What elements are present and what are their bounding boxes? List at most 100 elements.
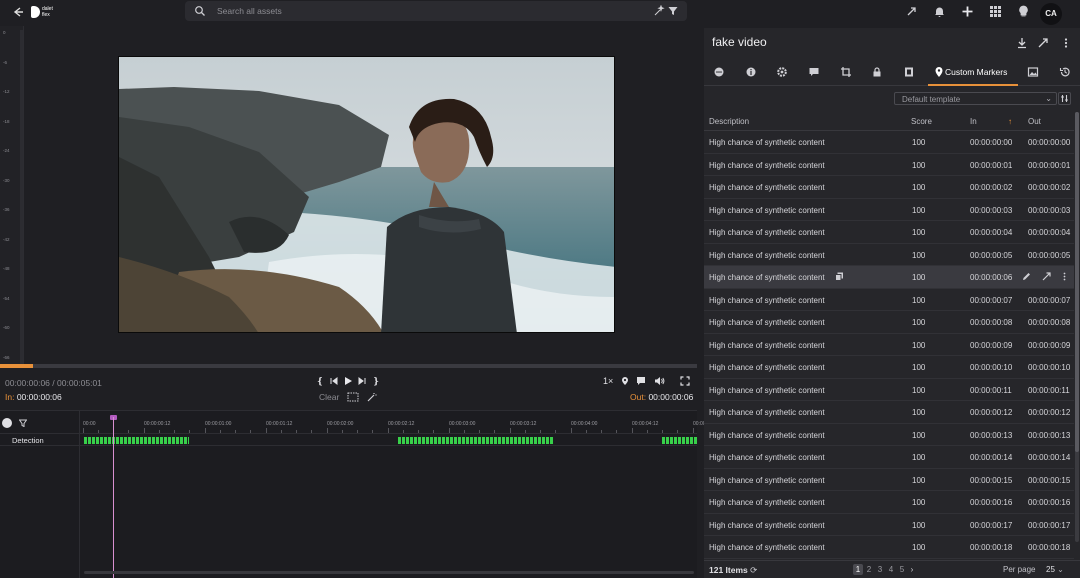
table-row[interactable]: High chance of synthetic content 100 00:00… [704,176,1074,199]
tab-crop-icon[interactable] [840,66,852,78]
table-row[interactable]: High chance of synthetic content 100 00:00… [704,379,1074,401]
clear-button[interactable]: Clear [319,392,339,402]
detection-segment[interactable] [398,437,553,444]
table-row[interactable]: High chance of synthetic content 100 00:00… [704,334,1074,356]
detection-segment[interactable] [84,437,189,444]
table-row[interactable]: High chance of synthetic content 100 00:00… [704,514,1074,536]
detection-track[interactable]: Detection [0,433,697,446]
table-row[interactable]: High chance of synthetic content 100 00:00… [704,401,1074,424]
table-row[interactable]: High chance of synthetic content 100 00:00… [704,199,1074,221]
more-icon[interactable] [1060,37,1072,49]
page-4[interactable]: 4 [886,564,896,575]
playhead[interactable] [113,417,114,578]
expand-icon[interactable] [905,5,918,18]
template-select[interactable]: Default template ⌄ [894,92,1057,105]
marker-toggle-icon[interactable] [2,418,12,428]
col-out[interactable]: Out [1028,117,1041,126]
col-score[interactable]: Score [911,117,932,126]
table-scrollbar[interactable] [1075,112,1079,542]
scrollbar-thumb[interactable] [1075,112,1079,452]
cell-out: 00:00:00:15 [1028,475,1071,485]
wand-icon[interactable] [367,392,377,402]
edit-icon[interactable] [1022,272,1031,283]
cell-description: High chance of synthetic content [709,408,825,417]
table-row[interactable]: High chance of synthetic content 100 00:00… [704,131,1074,154]
play-icon[interactable] [343,376,353,386]
back-icon[interactable] [11,5,25,19]
table-row[interactable]: High chance of synthetic content 100 00:00… [704,244,1074,266]
cell-description: High chance of synthetic content [709,318,825,327]
detection-segment[interactable] [662,437,697,444]
tab-custom-markers[interactable]: Custom Markers [928,58,1018,86]
magic-icon[interactable] [653,4,665,17]
plus-icon[interactable] [961,5,974,18]
page-2[interactable]: 2 [864,564,874,575]
column-settings-icon[interactable] [1058,92,1071,105]
timeline-scrollbar[interactable] [84,571,694,574]
mark-out-icon[interactable]: ❵ [371,376,381,386]
tab-comments-icon[interactable] [808,66,820,78]
out-point[interactable]: Out: 00:00:00:06 [630,392,693,402]
table-row[interactable]: High chance of synthetic content 100 00:00… [704,221,1074,244]
filter-icon[interactable] [667,5,679,17]
video-frame[interactable] [118,56,615,333]
table-row[interactable]: High chance of synthetic content 100 00:00… [704,491,1074,514]
audio-meter: 0 -6 -12 -18 -24 -30 -36 -42 -48 -54 -60 -66 [0,26,24,364]
mark-in-icon[interactable]: ❴ [315,376,325,386]
table-row[interactable]: High chance of synthetic content 100 00:00… [704,356,1074,379]
bell-icon[interactable] [933,5,946,18]
table-row[interactable]: High chance of synthetic content 100 00:00… [704,266,1074,289]
table-row[interactable]: High chance of synthetic content 100 00:00… [704,469,1074,491]
table-row[interactable]: High chance of synthetic content 100 00:00… [704,446,1074,469]
step-back-icon[interactable] [329,376,339,386]
col-in[interactable]: In [970,117,977,126]
in-point[interactable]: In: 00:00:00:06 [5,392,62,402]
tab-history-icon[interactable] [1059,66,1071,78]
comment-icon[interactable] [636,376,646,386]
playback-speed[interactable]: 1× [603,376,613,386]
expand-icon[interactable] [1037,37,1049,49]
copy-icon[interactable] [835,272,844,283]
bulb-icon[interactable] [1017,5,1030,18]
range-icon[interactable] [347,392,359,402]
table-row[interactable]: High chance of synthetic content 100 00:00… [704,424,1074,446]
next-page-icon[interactable]: › [907,564,917,575]
table-row[interactable]: High chance of synthetic content 100 00:00… [704,311,1074,334]
cell-out: 00:00:00:04 [1028,228,1071,237]
apps-icon[interactable] [989,5,1002,18]
tab-lock-icon[interactable] [871,66,883,78]
volume-icon[interactable] [654,376,665,386]
search-input[interactable]: Search all assets [217,6,282,16]
more-icon[interactable] [1060,272,1069,283]
refresh-icon[interactable]: ⟳ [750,565,757,575]
tab-film-icon[interactable] [903,66,915,78]
cell-in: 00:00:00:16 [970,498,1013,507]
filter-icon[interactable] [18,419,28,428]
page-3[interactable]: 3 [875,564,885,575]
expand-icon[interactable] [1042,272,1051,283]
table-row[interactable]: High chance of synthetic content 100 00:00… [704,289,1074,311]
tab-chat-icon[interactable] [713,66,725,78]
timeline-ruler[interactable]: 00:00 00:00:00:12 00:00:01:00 00:00:01:12 00… [81,411,739,433]
table-row[interactable]: High chance of synthetic content 100 00:00… [704,154,1074,176]
step-forward-icon[interactable] [357,376,367,386]
col-description[interactable]: Description [709,117,749,126]
search-bar[interactable]: Search all assets [185,1,687,21]
logo[interactable]: dalet flex [31,4,61,20]
page-5[interactable]: 5 [897,564,907,575]
cell-in: 00:00:00:02 [970,183,1013,192]
avatar[interactable]: CA [1040,3,1062,25]
marker-icon[interactable] [620,376,630,386]
page-1[interactable]: 1 [853,564,863,575]
sort-up-icon[interactable]: ↑ [1008,117,1012,126]
per-page-select[interactable]: 25 ⌄ [1046,565,1064,574]
cell-description: High chance of synthetic content [709,453,825,462]
tab-image-icon[interactable] [1027,66,1039,78]
current-time: 00:00:00:06 [5,378,50,388]
tab-settings-icon[interactable] [776,66,788,78]
tab-info-icon[interactable] [745,66,757,78]
fullscreen-icon[interactable] [680,376,690,386]
download-icon[interactable] [1016,37,1028,49]
table-row[interactable]: High chance of synthetic content 100 00:00… [704,536,1074,559]
ruler-label: 00:00:02:12 [388,421,415,427]
